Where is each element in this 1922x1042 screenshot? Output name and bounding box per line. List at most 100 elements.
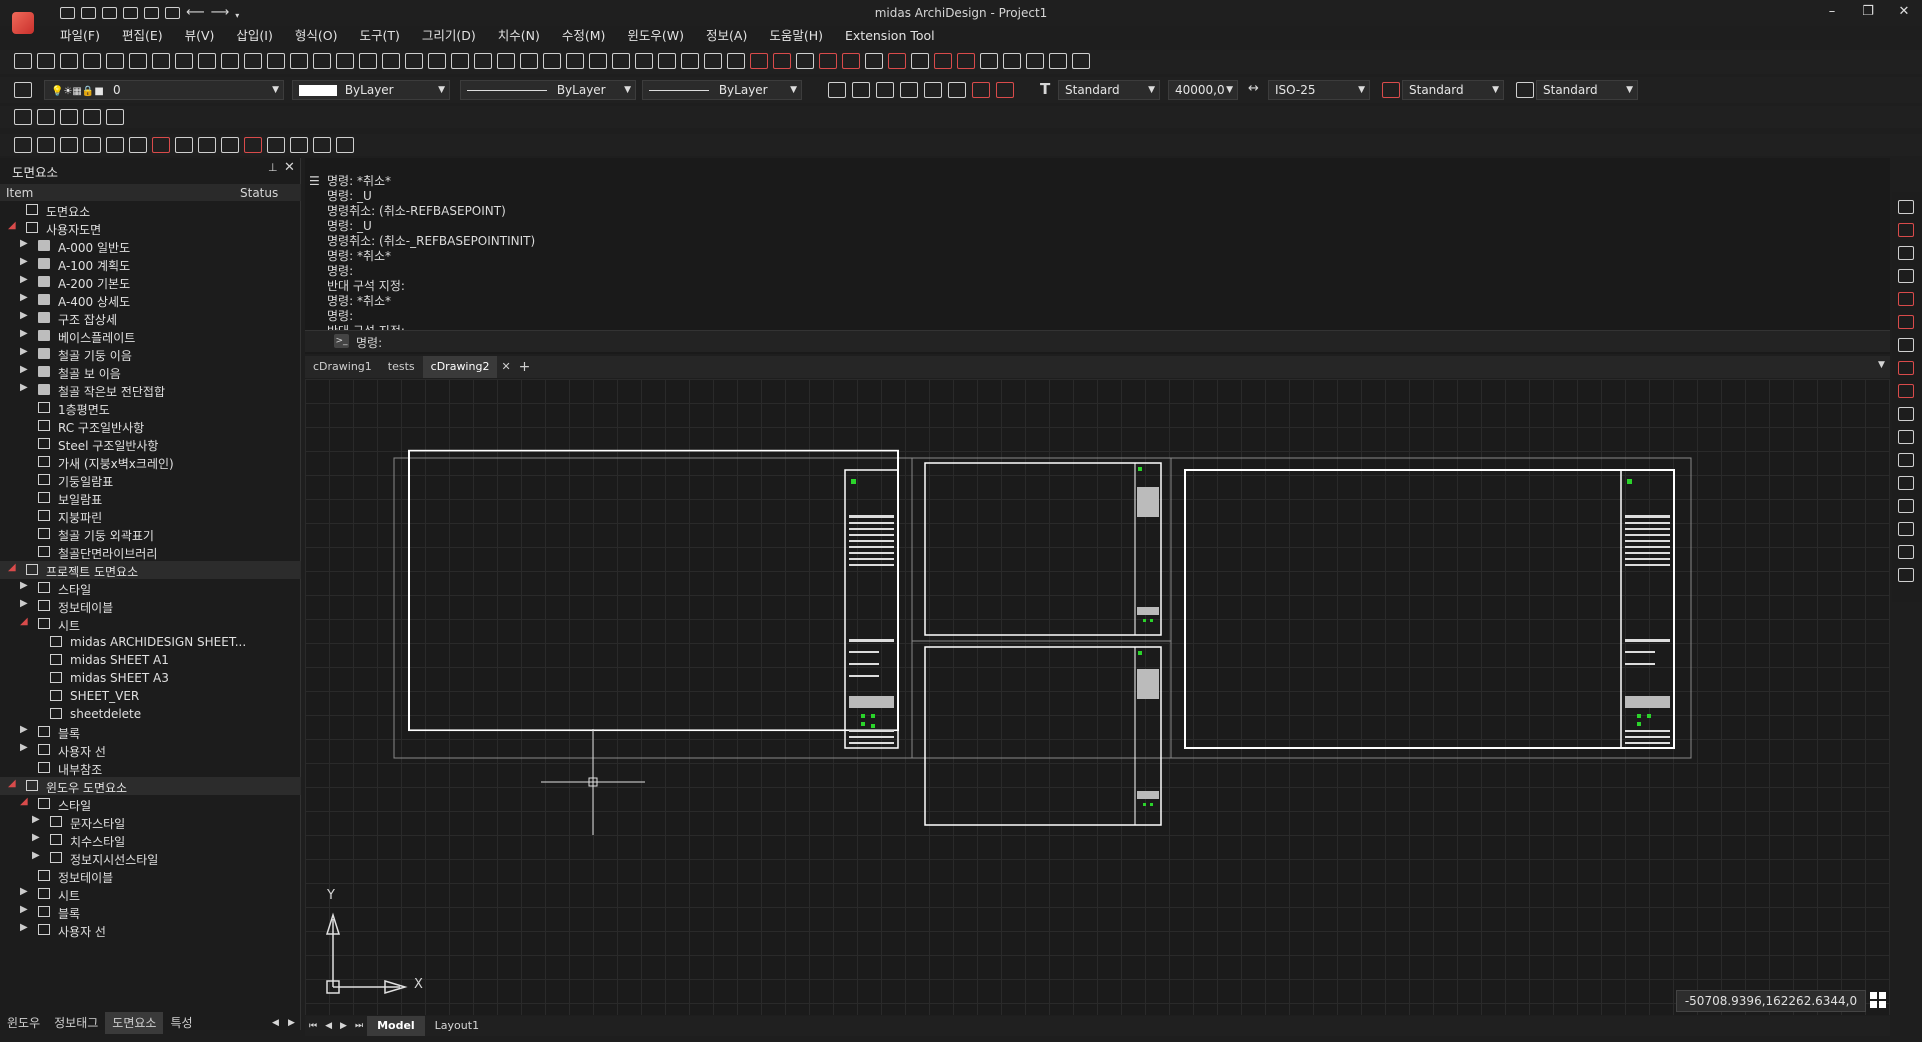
menu-tools[interactable]: 도구(T) [349,26,411,46]
tree-item[interactable]: 내부참조 [0,759,301,777]
tree-item[interactable]: ◢ 프로젝트 도면요소 [0,561,301,579]
draw-tool-icon[interactable] [267,53,285,69]
draw-tool-icon[interactable] [428,53,446,69]
draw-tool-icon[interactable] [405,53,423,69]
command-input-bar[interactable] [305,330,1890,352]
dimension-tool-icon[interactable] [60,137,78,153]
tree-item[interactable]: ▶ A-200 기본도 [0,273,301,291]
draw-tool-icon[interactable] [888,53,906,69]
collapsed-arrow-icon[interactable]: ▶ [20,328,28,339]
tab-window[interactable]: 윈도우 [0,1012,47,1034]
draw-tool-icon[interactable] [221,53,239,69]
tree-item[interactable]: ◢ 사용자도면 [0,219,301,237]
dimension-tool-icon[interactable] [129,137,147,153]
tab-drawing-elements[interactable]: 도면요소 [105,1012,164,1034]
menu-edit[interactable]: 편집(E) [112,26,175,46]
command-prompt[interactable]: 명령: [356,334,382,351]
side-tool-icon[interactable] [1898,430,1914,444]
tree-item[interactable]: ▶ 스타일 [0,579,301,597]
tree-item[interactable]: ▶ 문자스타일 [0,813,301,831]
layer-tool-icon[interactable] [948,82,966,98]
prev-layout-icon[interactable]: ◀ [321,1016,336,1036]
draw-tool-icon[interactable] [750,53,768,69]
draw-tool-icon[interactable] [796,53,814,69]
collapsed-arrow-icon[interactable]: ▶ [20,364,28,375]
tree-item[interactable]: ▶ A-100 계획도 [0,255,301,273]
draw-tool-icon[interactable] [336,53,354,69]
first-layout-icon[interactable]: ⏮ [305,1016,321,1036]
tab-layout1[interactable]: Layout1 [425,1016,489,1036]
expanded-arrow-icon[interactable]: ◢ [8,778,16,789]
side-tool-icon[interactable] [1898,361,1914,375]
tree-item[interactable]: Steel 구조일반사항 [0,435,301,453]
menu-dimension[interactable]: 치수(N) [488,26,552,46]
block-tool-icon[interactable] [60,109,78,125]
dimension-tool-icon[interactable] [106,137,124,153]
add-tab-icon[interactable]: + [515,356,535,378]
last-layout-icon[interactable]: ⏭ [351,1016,367,1036]
dimension-tool-icon[interactable] [313,137,331,153]
collapsed-arrow-icon[interactable]: ▶ [20,580,28,591]
collapsed-arrow-icon[interactable]: ▶ [20,274,28,285]
draw-tool-icon[interactable] [980,53,998,69]
close-button[interactable]: ✕ [1886,0,1922,26]
tree-item[interactable]: ▶ 시트 [0,885,301,903]
expanded-arrow-icon[interactable]: ◢ [20,616,28,627]
draw-tool-icon[interactable] [175,53,193,69]
dimension-tool-icon[interactable] [152,137,170,153]
side-tool-icon[interactable] [1898,246,1914,260]
collapsed-arrow-icon[interactable]: ▶ [20,256,28,267]
tree-item[interactable]: sheetdelete [0,705,301,723]
draw-tool-icon[interactable] [543,53,561,69]
collapsed-arrow-icon[interactable]: ▶ [20,346,28,357]
dimension-tool-icon[interactable] [267,137,285,153]
draw-tool-icon[interactable] [14,53,32,69]
menu-file[interactable]: 파일(F) [50,26,112,46]
next-layout-icon[interactable]: ▶ [336,1016,351,1036]
tree-item[interactable]: ◢ 윈도우 도면요소 [0,777,301,795]
doc-tab-tests[interactable]: tests [380,356,423,378]
side-tool-icon[interactable] [1898,522,1914,536]
draw-tool-icon[interactable] [290,53,308,69]
menu-insert[interactable]: 삽입(I) [226,26,284,46]
tab-info-tag[interactable]: 정보태그 [47,1012,105,1034]
menu-info[interactable]: 정보(A) [696,26,759,46]
draw-tool-icon[interactable] [152,53,170,69]
side-tool-icon[interactable] [1898,269,1914,283]
draw-tool-icon[interactable] [934,53,952,69]
menu-window[interactable]: 윈도우(W) [617,26,696,46]
doc-tab-cdrawing1[interactable]: cDrawing1 [305,356,380,378]
layer-manager-icon[interactable] [14,82,32,98]
dim-style-combo[interactable]: ISO-25 ▼ [1268,80,1370,100]
linetype-combo[interactable]: ByLayer ▼ [460,80,636,100]
collapsed-arrow-icon[interactable]: ▶ [20,310,28,321]
minimize-button[interactable]: – [1814,0,1850,26]
expanded-arrow-icon[interactable]: ◢ [8,220,16,231]
pin-icon[interactable]: ⊥ [268,161,278,174]
menu-draw[interactable]: 그리기(D) [412,26,488,46]
collapsed-arrow-icon[interactable]: ▶ [32,832,40,843]
draw-tool-icon[interactable] [520,53,538,69]
tree-item[interactable]: 철골단면라이브러리 [0,543,301,561]
collapsed-arrow-icon[interactable]: ▶ [20,598,28,609]
side-tool-icon[interactable] [1898,223,1914,237]
tree-item[interactable]: ▶ A-400 상세도 [0,291,301,309]
tree-item[interactable]: midas ARCHIDESIGN SHEET... [0,633,301,651]
tree-item[interactable]: ◢ 시트 [0,615,301,633]
tree-item[interactable]: 정보테이블 [0,867,301,885]
block-tool-icon[interactable] [14,109,32,125]
tree-item[interactable]: ▶ 베이스플레이트 [0,327,301,345]
tree-item[interactable]: ▶ 사용자 선 [0,921,301,939]
drawing-canvas[interactable]: Y X [305,379,1890,1015]
menu-modify[interactable]: 수정(M) [552,26,618,46]
side-tool-icon[interactable] [1898,499,1914,513]
tree-item[interactable]: 1층평면도 [0,399,301,417]
tree-item[interactable]: ▶ 정보지시선스타일 [0,849,301,867]
layer-tool-icon[interactable] [900,82,918,98]
side-tool-icon[interactable] [1898,384,1914,398]
restore-button[interactable]: ❐ [1850,0,1886,26]
tree-item[interactable]: ▶ 철골 기둥 이음 [0,345,301,363]
layer-isolate-icon[interactable] [996,82,1014,98]
layer-tool-icon[interactable] [852,82,870,98]
draw-tool-icon[interactable] [359,53,377,69]
